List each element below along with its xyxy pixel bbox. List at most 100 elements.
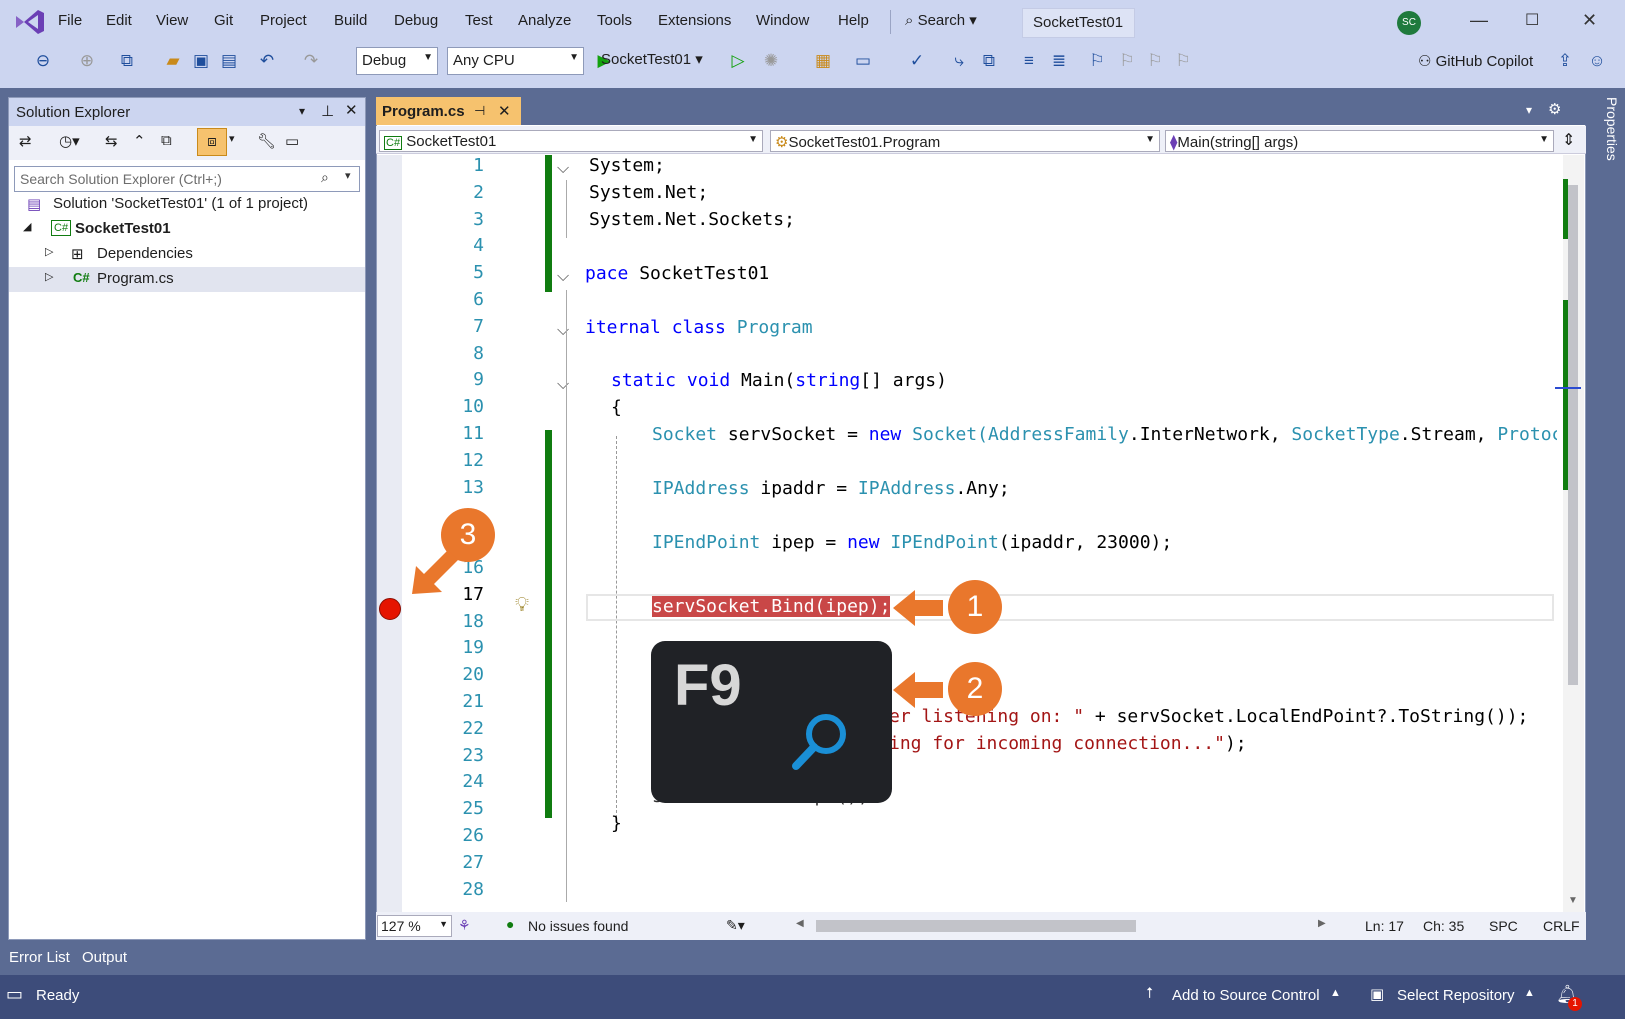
forward-icon[interactable]: ⊕ (76, 50, 98, 72)
chevron-down-icon[interactable]: ▾ (229, 132, 235, 145)
scroll-down-icon[interactable]: ▼ (1568, 895, 1578, 906)
tree-item-program-cs[interactable]: ▷ C# Program.cs (9, 267, 365, 292)
undo-icon[interactable]: ↶ (256, 50, 278, 72)
share-icon[interactable]: ⇪ (1554, 50, 1576, 72)
solution-explorer-search-input[interactable]: Search Solution Explorer (Ctrl+;) ⌕ ▾ (14, 166, 360, 192)
chevron-up-icon[interactable]: ▲ (1330, 987, 1341, 999)
status-output-icon[interactable]: ▭ (6, 984, 23, 1005)
expand-triangle-icon[interactable]: ▷ (45, 270, 53, 283)
track-active-item-icon[interactable]: ⧈ (197, 128, 227, 156)
solution-configuration-select[interactable]: Debug ▼ (356, 47, 438, 75)
nav-class-select[interactable]: ⚙SocketTest01.Program ▼ (770, 130, 1160, 152)
breakpoint-margin[interactable] (377, 155, 402, 912)
menu-analyze[interactable]: Analyze (518, 12, 571, 29)
intellicode-icon[interactable]: ⚘ (458, 917, 471, 934)
save-all-icon[interactable]: ▤ (218, 50, 240, 72)
step-icon[interactable]: ⤷ (948, 50, 970, 72)
collapse-region-icon[interactable]: ⌵ (557, 376, 569, 394)
collapse-region-icon[interactable]: ⌵ (557, 268, 569, 286)
properties-wrench-icon[interactable]: 🔧︎ (257, 132, 276, 150)
horizontal-scrollbar-thumb[interactable] (816, 920, 1136, 932)
nav-member-select[interactable]: ⧫Main(string[] args) ▼ (1165, 130, 1554, 152)
close-panel-icon[interactable]: ✕ (345, 101, 358, 119)
feedback-icon[interactable]: ☺ (1586, 50, 1608, 72)
properties-tab[interactable]: Properties (1600, 97, 1620, 187)
tab-list-dropdown-icon[interactable]: ▾ (1526, 103, 1532, 117)
menu-project[interactable]: Project (260, 12, 307, 29)
prev-bookmark-icon[interactable]: ⚐ (1116, 50, 1138, 72)
collapse-region-icon[interactable]: ⌵ (557, 160, 569, 178)
tab-output[interactable]: Output (82, 949, 127, 966)
switch-views-icon[interactable]: ⇄ (19, 132, 32, 150)
line-ending-indicator[interactable]: CRLF (1543, 918, 1580, 934)
tree-item-project[interactable]: ◢ C# SocketTest01 (9, 217, 365, 242)
zoom-select[interactable]: 127 % ▼ (377, 915, 452, 937)
avatar[interactable]: SC (1397, 11, 1421, 35)
copy-icon[interactable]: ⧉ (978, 50, 1000, 72)
preview-icon[interactable]: ▭ (285, 132, 299, 150)
bookmark-icon[interactable]: ⚐ (1086, 50, 1108, 72)
spell-check-icon[interactable]: ✓ (906, 50, 928, 72)
sync-icon[interactable]: ⇆ (105, 132, 118, 150)
clear-bookmarks-icon[interactable]: ⚐ (1172, 50, 1194, 72)
issues-status[interactable]: No issues found (528, 918, 628, 934)
breakpoint-icon[interactable] (379, 598, 401, 620)
save-icon[interactable]: ▣ (190, 50, 212, 72)
whitespace-indicator[interactable]: SPC (1489, 918, 1518, 934)
chevron-up-icon[interactable]: ▲ (1524, 987, 1535, 999)
solution-explorer-icon[interactable]: ▦ (812, 50, 834, 72)
menu-test[interactable]: Test (465, 12, 493, 29)
solution-platform-select[interactable]: Any CPU ▼ (447, 47, 584, 75)
menu-help[interactable]: Help (838, 12, 869, 29)
hot-reload-icon[interactable]: ✺ (760, 50, 782, 72)
collapse-all-icon[interactable]: ⌃ (133, 132, 146, 150)
nav-project-select[interactable]: C# SocketTest01 ▼ (379, 130, 763, 152)
split-editor-icon[interactable]: ⇕ (1562, 130, 1575, 150)
new-project-icon[interactable]: ⧉ (116, 50, 138, 72)
pending-changes-icon[interactable]: ◷▾ (59, 132, 80, 150)
menu-edit[interactable]: Edit (106, 12, 132, 29)
start-without-debugging-icon[interactable]: ▷ (727, 50, 749, 72)
menu-window[interactable]: Window (756, 12, 809, 29)
tab-program-cs[interactable]: Program.cs ⊣ ✕ (376, 97, 521, 125)
code-editor[interactable] (376, 97, 1586, 940)
menu-file[interactable]: File (58, 12, 82, 29)
expand-triangle-icon[interactable]: ▷ (45, 245, 53, 258)
tree-item-solution[interactable]: ▤ Solution 'SocketTest01' (1 of 1 projec… (9, 192, 365, 217)
redo-icon[interactable]: ↷ (300, 50, 322, 72)
tree-item-dependencies[interactable]: ▷ ⊞ Dependencies (9, 242, 365, 267)
dropdown-icon[interactable]: ▾ (299, 104, 305, 118)
menu-git[interactable]: Git (214, 12, 233, 29)
collapse-triangle-icon[interactable]: ◢ (23, 220, 31, 233)
minimize-icon[interactable]: — (1470, 10, 1488, 31)
pin-icon[interactable]: ⊥ (321, 102, 334, 120)
indent-icon[interactable]: ≡ (1018, 50, 1040, 72)
settings-gear-icon[interactable]: ⚙ (1548, 100, 1561, 118)
window-layout-icon[interactable]: ▭ (852, 50, 874, 72)
scroll-right-icon[interactable]: ▶ (1318, 918, 1326, 929)
column-indicator[interactable]: Ch: 35 (1423, 918, 1464, 934)
lightbulb-icon[interactable]: 💡︎ (515, 594, 529, 617)
code-line-17-breakpoint[interactable]: servSocket.Bind(ipep); (652, 596, 891, 617)
line-indicator[interactable]: Ln: 17 (1365, 918, 1404, 934)
scrollbar-thumb[interactable] (1568, 185, 1578, 685)
title-search-box[interactable]: ⌕ Search ▾ (905, 11, 977, 29)
outdent-icon[interactable]: ≣ (1048, 50, 1070, 72)
open-folder-icon[interactable]: ▰ (162, 50, 184, 72)
pin-icon[interactable]: ⊣ (474, 103, 485, 119)
select-repository-button[interactable]: Select Repository (1397, 987, 1515, 1004)
maximize-icon[interactable]: ☐ (1525, 10, 1539, 30)
close-window-icon[interactable]: ✕ (1582, 10, 1597, 31)
vertical-scrollbar[interactable]: ▼ (1555, 155, 1584, 912)
menu-build[interactable]: Build (334, 12, 367, 29)
add-to-source-control-button[interactable]: Add to Source Control (1172, 987, 1320, 1004)
menu-extensions[interactable]: Extensions (658, 12, 731, 29)
next-bookmark-icon[interactable]: ⚐ (1144, 50, 1166, 72)
menu-view[interactable]: View (156, 12, 188, 29)
menu-debug[interactable]: Debug (394, 12, 438, 29)
collapse-region-icon[interactable]: ⌵ (557, 322, 569, 340)
tab-error-list[interactable]: Error List (9, 949, 70, 966)
close-tab-icon[interactable]: ✕ (498, 102, 511, 120)
scroll-left-icon[interactable]: ◀ (796, 918, 804, 929)
chevron-down-icon[interactable]: ▾ (345, 169, 351, 182)
